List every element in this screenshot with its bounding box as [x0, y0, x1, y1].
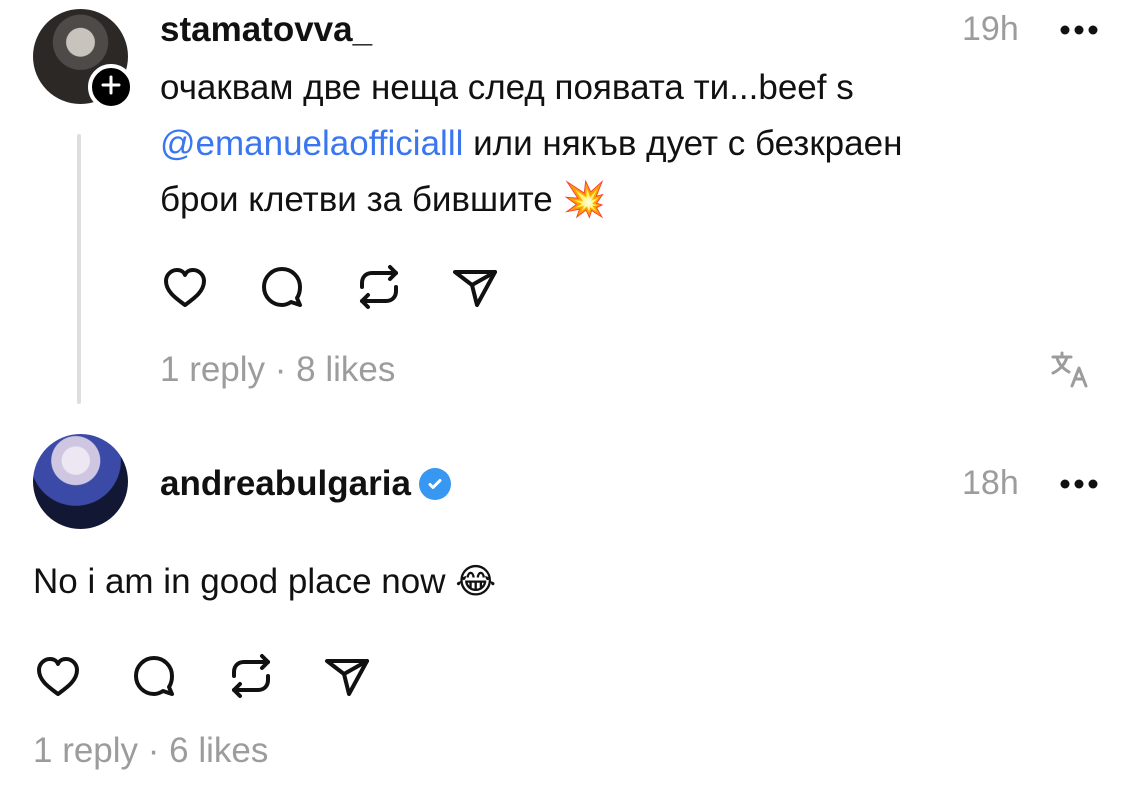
share-button[interactable] — [320, 649, 374, 703]
avatar[interactable] — [33, 434, 128, 529]
timestamp: 18h — [962, 464, 1019, 502]
follow-button[interactable] — [88, 64, 134, 110]
text-fragment: брои клетви за бившите — [160, 180, 553, 219]
reply-like-summary[interactable]: 1 reply · 6 likes — [33, 733, 268, 768]
reply-like-summary[interactable]: 1 reply · 8 likes — [160, 352, 395, 387]
comment-text: очаквам две неща след появата ти...beef … — [160, 60, 1090, 228]
text-fragment: No i am in good place now — [33, 562, 446, 601]
more-icon — [1060, 476, 1098, 493]
text-line: брои клетви за бившите 💥 — [160, 172, 1090, 228]
reply-button[interactable] — [255, 260, 309, 314]
emoji: 💥 — [562, 180, 607, 219]
translate-button[interactable] — [1050, 350, 1090, 390]
send-icon — [320, 649, 374, 703]
plus-icon — [99, 73, 123, 102]
like-button[interactable] — [158, 260, 212, 314]
emoji: 😂 — [455, 562, 497, 601]
like-button[interactable] — [31, 649, 85, 703]
username[interactable]: stamatovva_ — [160, 12, 372, 47]
repost-icon — [352, 260, 406, 314]
text-fragment: или някъв дует с безкраен — [463, 124, 903, 163]
more-button[interactable] — [1060, 22, 1098, 35]
comment-text: No i am in good place now 😂 — [33, 554, 496, 610]
text-line: @emanuelaofficialll или някъв дует с без… — [160, 116, 1090, 172]
thread-line — [77, 134, 81, 404]
more-button[interactable] — [1060, 476, 1098, 489]
mention-link[interactable]: @emanuelaofficialll — [160, 124, 463, 163]
heart-icon — [158, 260, 212, 314]
repost-button[interactable] — [224, 649, 278, 703]
heart-icon — [31, 649, 85, 703]
username[interactable]: andreabulgaria — [160, 466, 411, 501]
translate-icon — [1050, 350, 1090, 395]
comment-icon — [127, 649, 181, 703]
send-icon — [448, 260, 502, 314]
reply-button[interactable] — [127, 649, 181, 703]
repost-icon — [224, 649, 278, 703]
comment-icon — [255, 260, 309, 314]
username-row: andreabulgaria — [160, 466, 451, 501]
more-icon — [1060, 22, 1098, 39]
verified-badge-icon — [418, 467, 451, 500]
repost-button[interactable] — [352, 260, 406, 314]
text-line: очаквам две неща след появата ти...beef … — [160, 68, 854, 107]
share-button[interactable] — [448, 260, 502, 314]
timestamp: 19h — [962, 10, 1019, 48]
